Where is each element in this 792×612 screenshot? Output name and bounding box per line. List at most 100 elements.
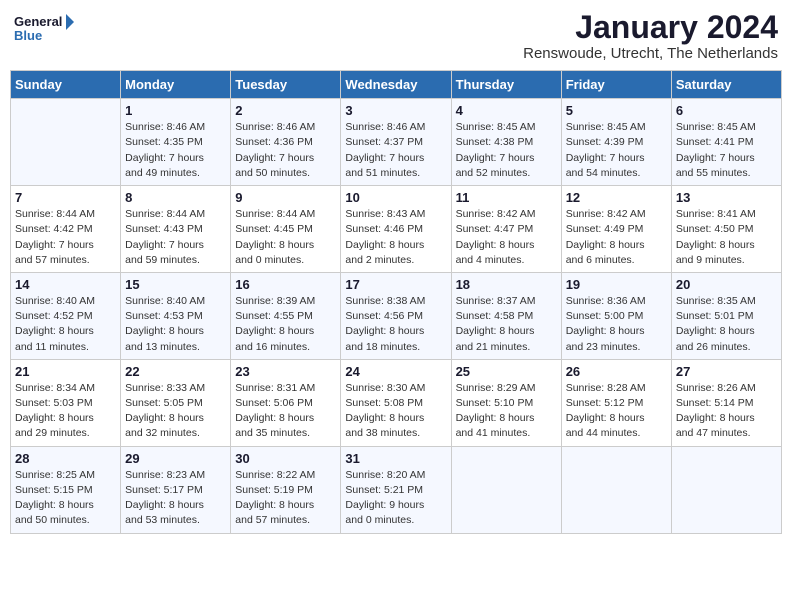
day-number: 24 — [345, 364, 446, 379]
calendar-cell: 21 Sunrise: 8:34 AMSunset: 5:03 PMDayligh… — [11, 359, 121, 446]
calendar-cell: 13 Sunrise: 8:41 AMSunset: 4:50 PMDayligh… — [671, 186, 781, 273]
weekday-header-monday: Monday — [121, 71, 231, 99]
day-info: Sunrise: 8:26 AMSunset: 5:14 PMDaylight:… — [676, 381, 777, 442]
calendar-cell: 1 Sunrise: 8:46 AMSunset: 4:35 PMDaylight… — [121, 99, 231, 186]
day-info: Sunrise: 8:34 AMSunset: 5:03 PMDaylight:… — [15, 381, 116, 442]
day-info: Sunrise: 8:42 AMSunset: 4:49 PMDaylight:… — [566, 207, 667, 268]
title-block: January 2024 Renswoude, Utrecht, The Net… — [523, 10, 778, 62]
weekday-header-tuesday: Tuesday — [231, 71, 341, 99]
weekday-header-thursday: Thursday — [451, 71, 561, 99]
calendar-cell: 9 Sunrise: 8:44 AMSunset: 4:45 PMDaylight… — [231, 186, 341, 273]
day-info: Sunrise: 8:33 AMSunset: 5:05 PMDaylight:… — [125, 381, 226, 442]
calendar-cell — [671, 446, 781, 533]
calendar-cell: 14 Sunrise: 8:40 AMSunset: 4:52 PMDayligh… — [11, 272, 121, 359]
day-number: 11 — [456, 190, 557, 205]
day-info: Sunrise: 8:40 AMSunset: 4:52 PMDaylight:… — [15, 294, 116, 355]
day-info: Sunrise: 8:22 AMSunset: 5:19 PMDaylight:… — [235, 468, 336, 529]
day-info: Sunrise: 8:44 AMSunset: 4:45 PMDaylight:… — [235, 207, 336, 268]
calendar-cell: 7 Sunrise: 8:44 AMSunset: 4:42 PMDaylight… — [11, 186, 121, 273]
weekday-header-row: SundayMondayTuesdayWednesdayThursdayFrid… — [11, 71, 782, 99]
day-info: Sunrise: 8:41 AMSunset: 4:50 PMDaylight:… — [676, 207, 777, 268]
day-info: Sunrise: 8:46 AMSunset: 4:36 PMDaylight:… — [235, 120, 336, 181]
week-row-1: 1 Sunrise: 8:46 AMSunset: 4:35 PMDaylight… — [11, 99, 782, 186]
weekday-header-wednesday: Wednesday — [341, 71, 451, 99]
calendar-cell: 24Sunrise: 8:30 AMSunset: 5:08 PMDayligh… — [341, 359, 451, 446]
calendar-cell: 11 Sunrise: 8:42 AMSunset: 4:47 PMDayligh… — [451, 186, 561, 273]
day-number: 16 — [235, 277, 336, 292]
week-row-4: 21 Sunrise: 8:34 AMSunset: 5:03 PMDayligh… — [11, 359, 782, 446]
day-info: Sunrise: 8:28 AMSunset: 5:12 PMDaylight:… — [566, 381, 667, 442]
day-number: 14 — [15, 277, 116, 292]
day-info: Sunrise: 8:40 AMSunset: 4:53 PMDaylight:… — [125, 294, 226, 355]
day-number: 27 — [676, 364, 777, 379]
calendar-cell: 26 Sunrise: 8:28 AMSunset: 5:12 PMDayligh… — [561, 359, 671, 446]
day-info: Sunrise: 8:23 AMSunset: 5:17 PMDaylight:… — [125, 468, 226, 529]
calendar-cell: 15 Sunrise: 8:40 AMSunset: 4:53 PMDayligh… — [121, 272, 231, 359]
day-info: Sunrise: 8:35 AMSunset: 5:01 PMDaylight:… — [676, 294, 777, 355]
day-number: 26 — [566, 364, 667, 379]
calendar-cell: 25 Sunrise: 8:29 AMSunset: 5:10 PMDayligh… — [451, 359, 561, 446]
page-header: General Blue January 2024 Renswoude, Utr… — [10, 10, 782, 62]
weekday-header-sunday: Sunday — [11, 71, 121, 99]
calendar-cell — [561, 446, 671, 533]
day-number: 29 — [125, 451, 226, 466]
day-info: Sunrise: 8:43 AMSunset: 4:46 PMDaylight:… — [345, 207, 446, 268]
calendar-cell: 22 Sunrise: 8:33 AMSunset: 5:05 PMDayligh… — [121, 359, 231, 446]
day-number: 23 — [235, 364, 336, 379]
day-info: Sunrise: 8:37 AMSunset: 4:58 PMDaylight:… — [456, 294, 557, 355]
day-number: 19 — [566, 277, 667, 292]
day-number: 20 — [676, 277, 777, 292]
svg-text:General: General — [14, 14, 62, 29]
day-number: 7 — [15, 190, 116, 205]
calendar-table: SundayMondayTuesdayWednesdayThursdayFrid… — [10, 70, 782, 533]
day-info: Sunrise: 8:45 AMSunset: 4:38 PMDaylight:… — [456, 120, 557, 181]
day-number: 8 — [125, 190, 226, 205]
calendar-cell: 6Sunrise: 8:45 AMSunset: 4:41 PMDaylight… — [671, 99, 781, 186]
day-info: Sunrise: 8:42 AMSunset: 4:47 PMDaylight:… — [456, 207, 557, 268]
calendar-cell — [451, 446, 561, 533]
day-number: 6 — [676, 103, 777, 118]
subtitle: Renswoude, Utrecht, The Netherlands — [523, 45, 778, 62]
day-info: Sunrise: 8:29 AMSunset: 5:10 PMDaylight:… — [456, 381, 557, 442]
day-number: 17 — [345, 277, 446, 292]
day-info: Sunrise: 8:38 AMSunset: 4:56 PMDaylight:… — [345, 294, 446, 355]
calendar-cell: 31 Sunrise: 8:20 AMSunset: 5:21 PMDayligh… — [341, 446, 451, 533]
day-number: 2 — [235, 103, 336, 118]
day-number: 22 — [125, 364, 226, 379]
calendar-cell: 27 Sunrise: 8:26 AMSunset: 5:14 PMDayligh… — [671, 359, 781, 446]
day-number: 10 — [345, 190, 446, 205]
day-info: Sunrise: 8:46 AMSunset: 4:37 PMDaylight:… — [345, 120, 446, 181]
day-number: 13 — [676, 190, 777, 205]
day-number: 21 — [15, 364, 116, 379]
day-info: Sunrise: 8:31 AMSunset: 5:06 PMDaylight:… — [235, 381, 336, 442]
calendar-cell: 23 Sunrise: 8:31 AMSunset: 5:06 PMDayligh… — [231, 359, 341, 446]
calendar-cell: 4Sunrise: 8:45 AMSunset: 4:38 PMDaylight… — [451, 99, 561, 186]
calendar-cell: 19 Sunrise: 8:36 AMSunset: 5:00 PMDayligh… — [561, 272, 671, 359]
day-info: Sunrise: 8:25 AMSunset: 5:15 PMDaylight:… — [15, 468, 116, 529]
calendar-cell: 29 Sunrise: 8:23 AMSunset: 5:17 PMDayligh… — [121, 446, 231, 533]
calendar-cell: 16Sunrise: 8:39 AMSunset: 4:55 PMDayligh… — [231, 272, 341, 359]
day-info: Sunrise: 8:45 AMSunset: 4:39 PMDaylight:… — [566, 120, 667, 181]
day-number: 1 — [125, 103, 226, 118]
day-info: Sunrise: 8:44 AMSunset: 4:42 PMDaylight:… — [15, 207, 116, 268]
day-number: 9 — [235, 190, 336, 205]
day-info: Sunrise: 8:46 AMSunset: 4:35 PMDaylight:… — [125, 120, 226, 181]
day-number: 30 — [235, 451, 336, 466]
calendar-cell: 28Sunrise: 8:25 AMSunset: 5:15 PMDayligh… — [11, 446, 121, 533]
day-number: 15 — [125, 277, 226, 292]
calendar-cell — [11, 99, 121, 186]
calendar-cell: 17 Sunrise: 8:38 AMSunset: 4:56 PMDayligh… — [341, 272, 451, 359]
calendar-cell: 10 Sunrise: 8:43 AMSunset: 4:46 PMDayligh… — [341, 186, 451, 273]
day-number: 25 — [456, 364, 557, 379]
calendar-cell: 20 Sunrise: 8:35 AMSunset: 5:01 PMDayligh… — [671, 272, 781, 359]
day-number: 3 — [345, 103, 446, 118]
day-info: Sunrise: 8:20 AMSunset: 5:21 PMDaylight:… — [345, 468, 446, 529]
week-row-5: 28Sunrise: 8:25 AMSunset: 5:15 PMDayligh… — [11, 446, 782, 533]
calendar-cell: 3 Sunrise: 8:46 AMSunset: 4:37 PMDaylight… — [341, 99, 451, 186]
day-info: Sunrise: 8:44 AMSunset: 4:43 PMDaylight:… — [125, 207, 226, 268]
calendar-cell: 18Sunrise: 8:37 AMSunset: 4:58 PMDayligh… — [451, 272, 561, 359]
weekday-header-saturday: Saturday — [671, 71, 781, 99]
day-number: 31 — [345, 451, 446, 466]
day-info: Sunrise: 8:36 AMSunset: 5:00 PMDaylight:… — [566, 294, 667, 355]
calendar-cell: 8 Sunrise: 8:44 AMSunset: 4:43 PMDaylight… — [121, 186, 231, 273]
